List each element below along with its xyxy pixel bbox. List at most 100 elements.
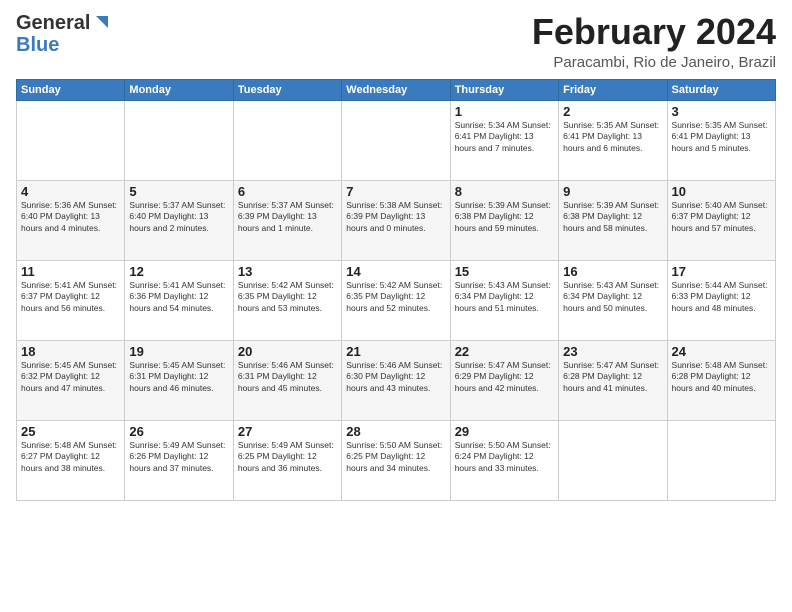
day-number: 22: [455, 344, 554, 359]
day-number: 27: [238, 424, 337, 439]
day-cell: 3Sunrise: 5:35 AM Sunset: 6:41 PM Daylig…: [667, 100, 775, 180]
day-number: 26: [129, 424, 228, 439]
day-info: Sunrise: 5:42 AM Sunset: 6:35 PM Dayligh…: [238, 280, 337, 314]
day-number: 6: [238, 184, 337, 199]
day-info: Sunrise: 5:35 AM Sunset: 6:41 PM Dayligh…: [563, 120, 662, 154]
week-row-1: 1Sunrise: 5:34 AM Sunset: 6:41 PM Daylig…: [17, 100, 776, 180]
day-number: 8: [455, 184, 554, 199]
logo-blue: Blue: [16, 34, 59, 56]
col-header-wednesday: Wednesday: [342, 79, 450, 100]
day-number: 28: [346, 424, 445, 439]
day-cell: 10Sunrise: 5:40 AM Sunset: 6:37 PM Dayli…: [667, 180, 775, 260]
day-cell: 7Sunrise: 5:38 AM Sunset: 6:39 PM Daylig…: [342, 180, 450, 260]
day-cell: 22Sunrise: 5:47 AM Sunset: 6:29 PM Dayli…: [450, 340, 558, 420]
day-info: Sunrise: 5:46 AM Sunset: 6:30 PM Dayligh…: [346, 360, 445, 394]
day-number: 24: [672, 344, 771, 359]
day-number: 19: [129, 344, 228, 359]
logo: General Blue: [16, 12, 108, 56]
day-number: 15: [455, 264, 554, 279]
day-cell: 4Sunrise: 5:36 AM Sunset: 6:40 PM Daylig…: [17, 180, 125, 260]
col-header-tuesday: Tuesday: [233, 79, 341, 100]
day-number: 3: [672, 104, 771, 119]
day-cell: 27Sunrise: 5:49 AM Sunset: 6:25 PM Dayli…: [233, 420, 341, 500]
day-info: Sunrise: 5:41 AM Sunset: 6:37 PM Dayligh…: [21, 280, 120, 314]
title-block: February 2024 Paracambi, Rio de Janeiro,…: [532, 12, 776, 71]
day-number: 2: [563, 104, 662, 119]
calendar-container: General Blue February 2024 Paracambi, Ri…: [0, 0, 792, 612]
day-cell: 11Sunrise: 5:41 AM Sunset: 6:37 PM Dayli…: [17, 260, 125, 340]
day-cell: [342, 100, 450, 180]
day-info: Sunrise: 5:48 AM Sunset: 6:28 PM Dayligh…: [672, 360, 771, 394]
day-number: 25: [21, 424, 120, 439]
col-header-saturday: Saturday: [667, 79, 775, 100]
day-cell: 24Sunrise: 5:48 AM Sunset: 6:28 PM Dayli…: [667, 340, 775, 420]
day-number: 17: [672, 264, 771, 279]
day-info: Sunrise: 5:50 AM Sunset: 6:25 PM Dayligh…: [346, 440, 445, 474]
day-info: Sunrise: 5:42 AM Sunset: 6:35 PM Dayligh…: [346, 280, 445, 314]
week-row-3: 11Sunrise: 5:41 AM Sunset: 6:37 PM Dayli…: [17, 260, 776, 340]
day-info: Sunrise: 5:34 AM Sunset: 6:41 PM Dayligh…: [455, 120, 554, 154]
day-cell: 6Sunrise: 5:37 AM Sunset: 6:39 PM Daylig…: [233, 180, 341, 260]
day-cell: 18Sunrise: 5:45 AM Sunset: 6:32 PM Dayli…: [17, 340, 125, 420]
day-number: 7: [346, 184, 445, 199]
day-info: Sunrise: 5:47 AM Sunset: 6:29 PM Dayligh…: [455, 360, 554, 394]
col-header-monday: Monday: [125, 79, 233, 100]
header-row: SundayMondayTuesdayWednesdayThursdayFrid…: [17, 79, 776, 100]
day-number: 13: [238, 264, 337, 279]
day-cell: 25Sunrise: 5:48 AM Sunset: 6:27 PM Dayli…: [17, 420, 125, 500]
day-cell: [559, 420, 667, 500]
day-cell: 20Sunrise: 5:46 AM Sunset: 6:31 PM Dayli…: [233, 340, 341, 420]
day-cell: [667, 420, 775, 500]
day-cell: [233, 100, 341, 180]
col-header-sunday: Sunday: [17, 79, 125, 100]
day-cell: 14Sunrise: 5:42 AM Sunset: 6:35 PM Dayli…: [342, 260, 450, 340]
day-cell: 5Sunrise: 5:37 AM Sunset: 6:40 PM Daylig…: [125, 180, 233, 260]
day-info: Sunrise: 5:46 AM Sunset: 6:31 PM Dayligh…: [238, 360, 337, 394]
day-info: Sunrise: 5:49 AM Sunset: 6:25 PM Dayligh…: [238, 440, 337, 474]
day-info: Sunrise: 5:43 AM Sunset: 6:34 PM Dayligh…: [455, 280, 554, 314]
day-info: Sunrise: 5:40 AM Sunset: 6:37 PM Dayligh…: [672, 200, 771, 234]
calendar-table: SundayMondayTuesdayWednesdayThursdayFrid…: [16, 79, 776, 501]
day-number: 23: [563, 344, 662, 359]
day-info: Sunrise: 5:47 AM Sunset: 6:28 PM Dayligh…: [563, 360, 662, 394]
day-cell: [125, 100, 233, 180]
day-number: 12: [129, 264, 228, 279]
day-number: 21: [346, 344, 445, 359]
day-cell: [17, 100, 125, 180]
day-info: Sunrise: 5:41 AM Sunset: 6:36 PM Dayligh…: [129, 280, 228, 314]
col-header-thursday: Thursday: [450, 79, 558, 100]
location: Paracambi, Rio de Janeiro, Brazil: [532, 54, 776, 71]
day-number: 9: [563, 184, 662, 199]
day-info: Sunrise: 5:39 AM Sunset: 6:38 PM Dayligh…: [563, 200, 662, 234]
day-cell: 19Sunrise: 5:45 AM Sunset: 6:31 PM Dayli…: [125, 340, 233, 420]
day-info: Sunrise: 5:39 AM Sunset: 6:38 PM Dayligh…: [455, 200, 554, 234]
day-number: 16: [563, 264, 662, 279]
day-info: Sunrise: 5:36 AM Sunset: 6:40 PM Dayligh…: [21, 200, 120, 234]
day-info: Sunrise: 5:44 AM Sunset: 6:33 PM Dayligh…: [672, 280, 771, 314]
day-number: 11: [21, 264, 120, 279]
day-info: Sunrise: 5:45 AM Sunset: 6:31 PM Dayligh…: [129, 360, 228, 394]
day-number: 29: [455, 424, 554, 439]
day-cell: 2Sunrise: 5:35 AM Sunset: 6:41 PM Daylig…: [559, 100, 667, 180]
day-cell: 9Sunrise: 5:39 AM Sunset: 6:38 PM Daylig…: [559, 180, 667, 260]
week-row-2: 4Sunrise: 5:36 AM Sunset: 6:40 PM Daylig…: [17, 180, 776, 260]
month-title: February 2024: [532, 12, 776, 52]
logo-triangle-icon: [90, 14, 108, 32]
day-number: 20: [238, 344, 337, 359]
day-cell: 23Sunrise: 5:47 AM Sunset: 6:28 PM Dayli…: [559, 340, 667, 420]
day-info: Sunrise: 5:49 AM Sunset: 6:26 PM Dayligh…: [129, 440, 228, 474]
day-cell: 29Sunrise: 5:50 AM Sunset: 6:24 PM Dayli…: [450, 420, 558, 500]
day-number: 5: [129, 184, 228, 199]
week-row-5: 25Sunrise: 5:48 AM Sunset: 6:27 PM Dayli…: [17, 420, 776, 500]
day-cell: 8Sunrise: 5:39 AM Sunset: 6:38 PM Daylig…: [450, 180, 558, 260]
day-info: Sunrise: 5:38 AM Sunset: 6:39 PM Dayligh…: [346, 200, 445, 234]
day-cell: 16Sunrise: 5:43 AM Sunset: 6:34 PM Dayli…: [559, 260, 667, 340]
day-number: 14: [346, 264, 445, 279]
day-info: Sunrise: 5:37 AM Sunset: 6:40 PM Dayligh…: [129, 200, 228, 234]
day-info: Sunrise: 5:35 AM Sunset: 6:41 PM Dayligh…: [672, 120, 771, 154]
day-number: 10: [672, 184, 771, 199]
day-cell: 15Sunrise: 5:43 AM Sunset: 6:34 PM Dayli…: [450, 260, 558, 340]
day-info: Sunrise: 5:50 AM Sunset: 6:24 PM Dayligh…: [455, 440, 554, 474]
day-cell: 28Sunrise: 5:50 AM Sunset: 6:25 PM Dayli…: [342, 420, 450, 500]
col-header-friday: Friday: [559, 79, 667, 100]
